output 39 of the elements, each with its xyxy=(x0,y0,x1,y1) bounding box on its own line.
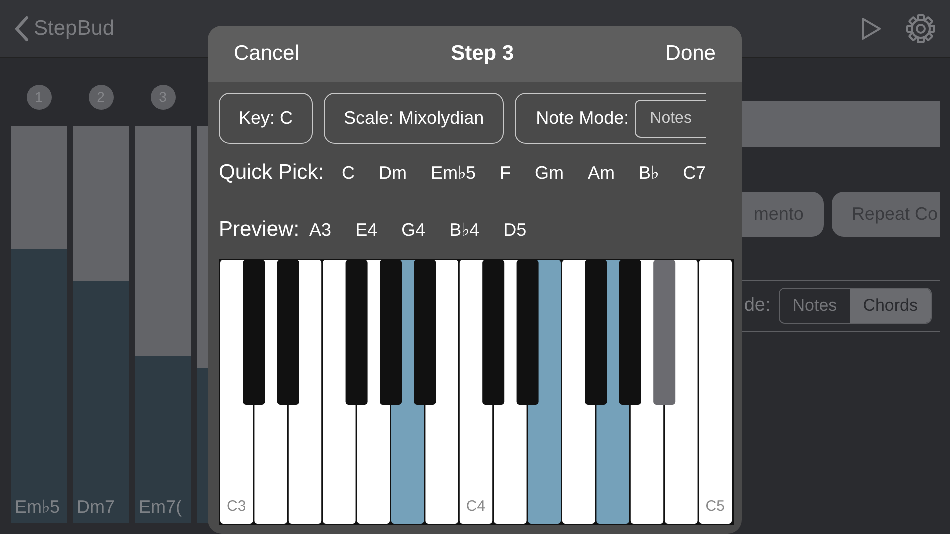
key-label: C4 xyxy=(466,498,486,515)
step-chord-label: Dm7 xyxy=(77,496,116,519)
cancel-button[interactable]: Cancel xyxy=(234,38,300,70)
preview-note: E4 xyxy=(356,218,378,242)
done-button[interactable]: Done xyxy=(666,38,716,70)
mode-label: de: xyxy=(744,294,771,318)
preview-note: A3 xyxy=(310,218,332,242)
quick-pick-label: Quick Pick: xyxy=(219,160,324,186)
option-button[interactable]: Key: C xyxy=(219,93,314,144)
sharp-key[interactable] xyxy=(516,260,539,405)
play-icon[interactable] xyxy=(860,16,882,40)
key-label: C3 xyxy=(227,498,246,515)
chord-option[interactable]: Dm xyxy=(379,160,408,186)
note-mode-label: Note Mode: xyxy=(536,107,630,130)
preview-label: Preview: xyxy=(219,217,300,244)
note-mode-control[interactable]: Note Mode: Notes xyxy=(515,93,706,144)
chord-option[interactable]: Gm xyxy=(535,160,564,186)
chord-option[interactable]: Am xyxy=(588,160,616,186)
chord-option[interactable]: F xyxy=(500,160,512,186)
sharp-key[interactable] xyxy=(482,260,505,405)
sharp-key[interactable] xyxy=(243,260,266,405)
chord-option[interactable]: C7 xyxy=(683,160,706,186)
sharp-key[interactable] xyxy=(414,260,436,405)
dialog-title: Step 3 xyxy=(451,41,514,68)
key-label: C5 xyxy=(706,498,725,515)
option-button[interactable]: Scale: Mixolydian xyxy=(324,93,504,144)
back-chevron-icon xyxy=(14,16,30,42)
chord-option[interactable]: Em♭5 xyxy=(431,160,476,186)
preview-note: D5 xyxy=(504,218,527,242)
preview-note: B♭4 xyxy=(450,218,480,242)
sharp-key[interactable] xyxy=(346,260,368,405)
sharp-key[interactable] xyxy=(277,260,300,405)
chord-option[interactable]: B♭ xyxy=(639,160,660,186)
settings-icon[interactable] xyxy=(906,14,936,44)
step-chord-label: Em7( xyxy=(139,496,182,519)
step-chord-label: Em♭5 xyxy=(15,496,60,519)
preview-note: G4 xyxy=(402,218,426,242)
chord-option[interactable]: C xyxy=(342,160,356,186)
segment-option[interactable]: Notes xyxy=(635,100,706,138)
